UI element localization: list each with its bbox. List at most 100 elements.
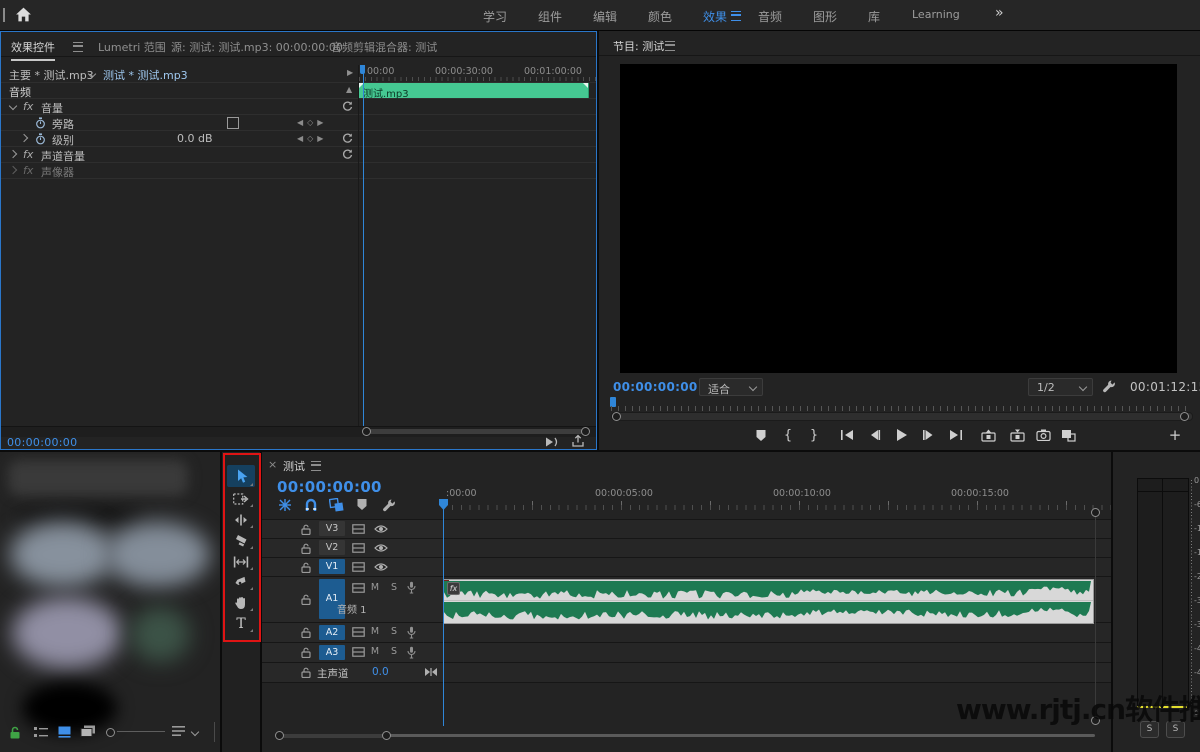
workspace-tab-learn[interactable]: 学习	[483, 8, 507, 25]
lock-icon[interactable]	[301, 647, 311, 658]
effect-controls-timecode[interactable]: 00:00:00:00	[7, 436, 77, 449]
settings-wrench-icon[interactable]	[1102, 379, 1116, 393]
workspace-tab-assembly[interactable]: 组件	[538, 8, 562, 25]
razor-tool[interactable]	[227, 531, 255, 550]
hand-tool[interactable]	[227, 593, 255, 612]
workspace-tab-audio[interactable]: 音频	[758, 8, 782, 25]
track-output-eye-icon[interactable]	[374, 524, 388, 534]
track-target-a3[interactable]: A3	[319, 645, 345, 660]
workspace-tab-effects[interactable]: 效果	[703, 8, 727, 25]
add-marker-icon[interactable]	[356, 498, 368, 511]
scroll-track[interactable]	[390, 734, 1095, 737]
track-select-forward-tool[interactable]	[227, 489, 255, 508]
workspace-tab-libraries[interactable]: 库	[868, 8, 880, 25]
linked-selection-icon[interactable]	[329, 498, 344, 512]
clip-fx-badge[interactable]: fx	[447, 582, 460, 595]
program-timecode[interactable]: 00:00:00:00	[613, 380, 698, 394]
zoom-handle-right[interactable]	[382, 731, 391, 740]
chevron-down-icon[interactable]	[8, 101, 18, 111]
workspace-tab-graphics[interactable]: 图形	[813, 8, 837, 25]
chevron-right-icon[interactable]	[8, 165, 18, 175]
add-marker-button[interactable]	[751, 426, 771, 444]
stopwatch-icon[interactable]	[35, 117, 46, 129]
chevron-right-icon[interactable]	[19, 133, 29, 143]
mute-button[interactable]: M	[369, 626, 381, 637]
reset-icon[interactable]	[342, 133, 353, 144]
level-value[interactable]: 0.0 dB	[177, 132, 213, 145]
timeline-playhead[interactable]	[438, 498, 449, 511]
zoom-level-select[interactable]: 适合	[699, 378, 763, 396]
mark-out-button[interactable]: }	[804, 426, 824, 444]
mini-timeline-clip[interactable]: 测试.mp3	[359, 83, 589, 100]
lock-icon[interactable]	[301, 667, 311, 678]
program-scrollbar[interactable]	[611, 412, 1193, 421]
scroll-handle-right[interactable]	[1180, 412, 1189, 421]
play-button[interactable]	[891, 426, 911, 444]
collapse-icon[interactable]: ▲	[346, 85, 352, 94]
sequence-clip-label[interactable]: 测试 * 测试.mp3	[103, 67, 188, 83]
timeline-timecode[interactable]: 00:00:00:00	[277, 478, 382, 496]
scroll-handle-left[interactable]	[612, 412, 621, 421]
track-name-label[interactable]: 音频 1	[337, 601, 367, 616]
comparison-view-button[interactable]	[1058, 426, 1078, 444]
sync-lock-icon[interactable]	[352, 627, 365, 637]
mute-button[interactable]: M	[369, 646, 381, 657]
master-clip-label[interactable]: 主要 * 测试.mp3	[9, 67, 94, 83]
go-to-in-button[interactable]	[837, 426, 857, 444]
sort-icon[interactable]	[172, 726, 185, 737]
scroll-thumb[interactable]	[364, 429, 588, 434]
audio-clip[interactable]: fx	[443, 579, 1094, 624]
chevron-right-icon[interactable]	[8, 149, 18, 159]
effect-panner-row[interactable]: fx 声像器	[1, 163, 596, 179]
solo-button[interactable]: S	[388, 582, 400, 593]
freeform-view-icon[interactable]	[80, 725, 96, 738]
program-video-viewport[interactable]	[620, 64, 1177, 373]
panel-menu-icon[interactable]	[311, 461, 321, 471]
reset-icon[interactable]	[342, 101, 353, 112]
step-back-button[interactable]	[865, 426, 885, 444]
sync-lock-icon[interactable]	[352, 543, 365, 553]
sync-lock-icon[interactable]	[352, 583, 365, 593]
panel-menu-icon[interactable]	[665, 41, 675, 51]
home-button[interactable]	[15, 6, 32, 23]
playhead[interactable]	[360, 65, 365, 74]
timeline-ruler[interactable]: :00:00 00:00:05:00 00:00:10:00 00:00:15:…	[443, 488, 1111, 510]
program-ruler[interactable]	[611, 403, 1191, 411]
slip-tool[interactable]	[227, 552, 255, 571]
stopwatch-icon[interactable]	[35, 133, 46, 145]
extract-button[interactable]	[1007, 426, 1027, 444]
lock-icon[interactable]	[301, 562, 311, 573]
effect-controls-ruler[interactable]: 00:00 00:00:30:00 00:01:00:00	[359, 65, 596, 81]
play-toggle-icon[interactable]: ▶	[347, 68, 353, 77]
lock-icon[interactable]	[301, 594, 311, 605]
keyframe-nav[interactable]: ◀◇▶	[297, 134, 327, 143]
effect-channel-volume-row[interactable]: fx 声道音量	[1, 147, 596, 163]
reset-icon[interactable]	[342, 149, 353, 160]
zoom-scrollbar[interactable]	[1, 426, 596, 437]
voiceover-mic-icon[interactable]	[407, 646, 416, 659]
panel-menu-icon[interactable]	[73, 42, 83, 52]
mark-in-button[interactable]: {	[778, 426, 798, 444]
play-audio-icon[interactable]	[544, 435, 560, 448]
step-forward-button[interactable]	[918, 426, 938, 444]
lock-icon[interactable]	[301, 543, 311, 554]
track-target-v3[interactable]: V3	[319, 521, 345, 536]
workspace-menu-icon[interactable]	[731, 11, 741, 21]
chevron-down-icon[interactable]	[190, 727, 200, 737]
project-panel[interactable]	[0, 452, 220, 752]
horizontal-zoom-scrollbar[interactable]	[270, 731, 1097, 740]
track-target-a2[interactable]: A2	[319, 625, 345, 640]
nest-sequence-icon[interactable]	[278, 498, 292, 512]
workspace-tab-color[interactable]: 颜色	[648, 8, 672, 25]
tab-sequence[interactable]: 测试	[283, 458, 305, 474]
button-editor-add[interactable]: +	[1165, 426, 1185, 444]
tab-audio-clip-mixer[interactable]: 音频剪辑混合器: 测试	[331, 39, 437, 55]
go-to-out-button[interactable]	[946, 426, 966, 444]
track-output-eye-icon[interactable]	[374, 562, 388, 572]
writable-lock-icon[interactable]	[9, 726, 21, 739]
ripple-edit-tool[interactable]	[227, 510, 255, 529]
pen-tool[interactable]	[227, 572, 255, 591]
track-output-eye-icon[interactable]	[374, 543, 388, 553]
type-tool[interactable]: T	[227, 614, 255, 633]
zoom-handle-left[interactable]	[362, 427, 371, 436]
